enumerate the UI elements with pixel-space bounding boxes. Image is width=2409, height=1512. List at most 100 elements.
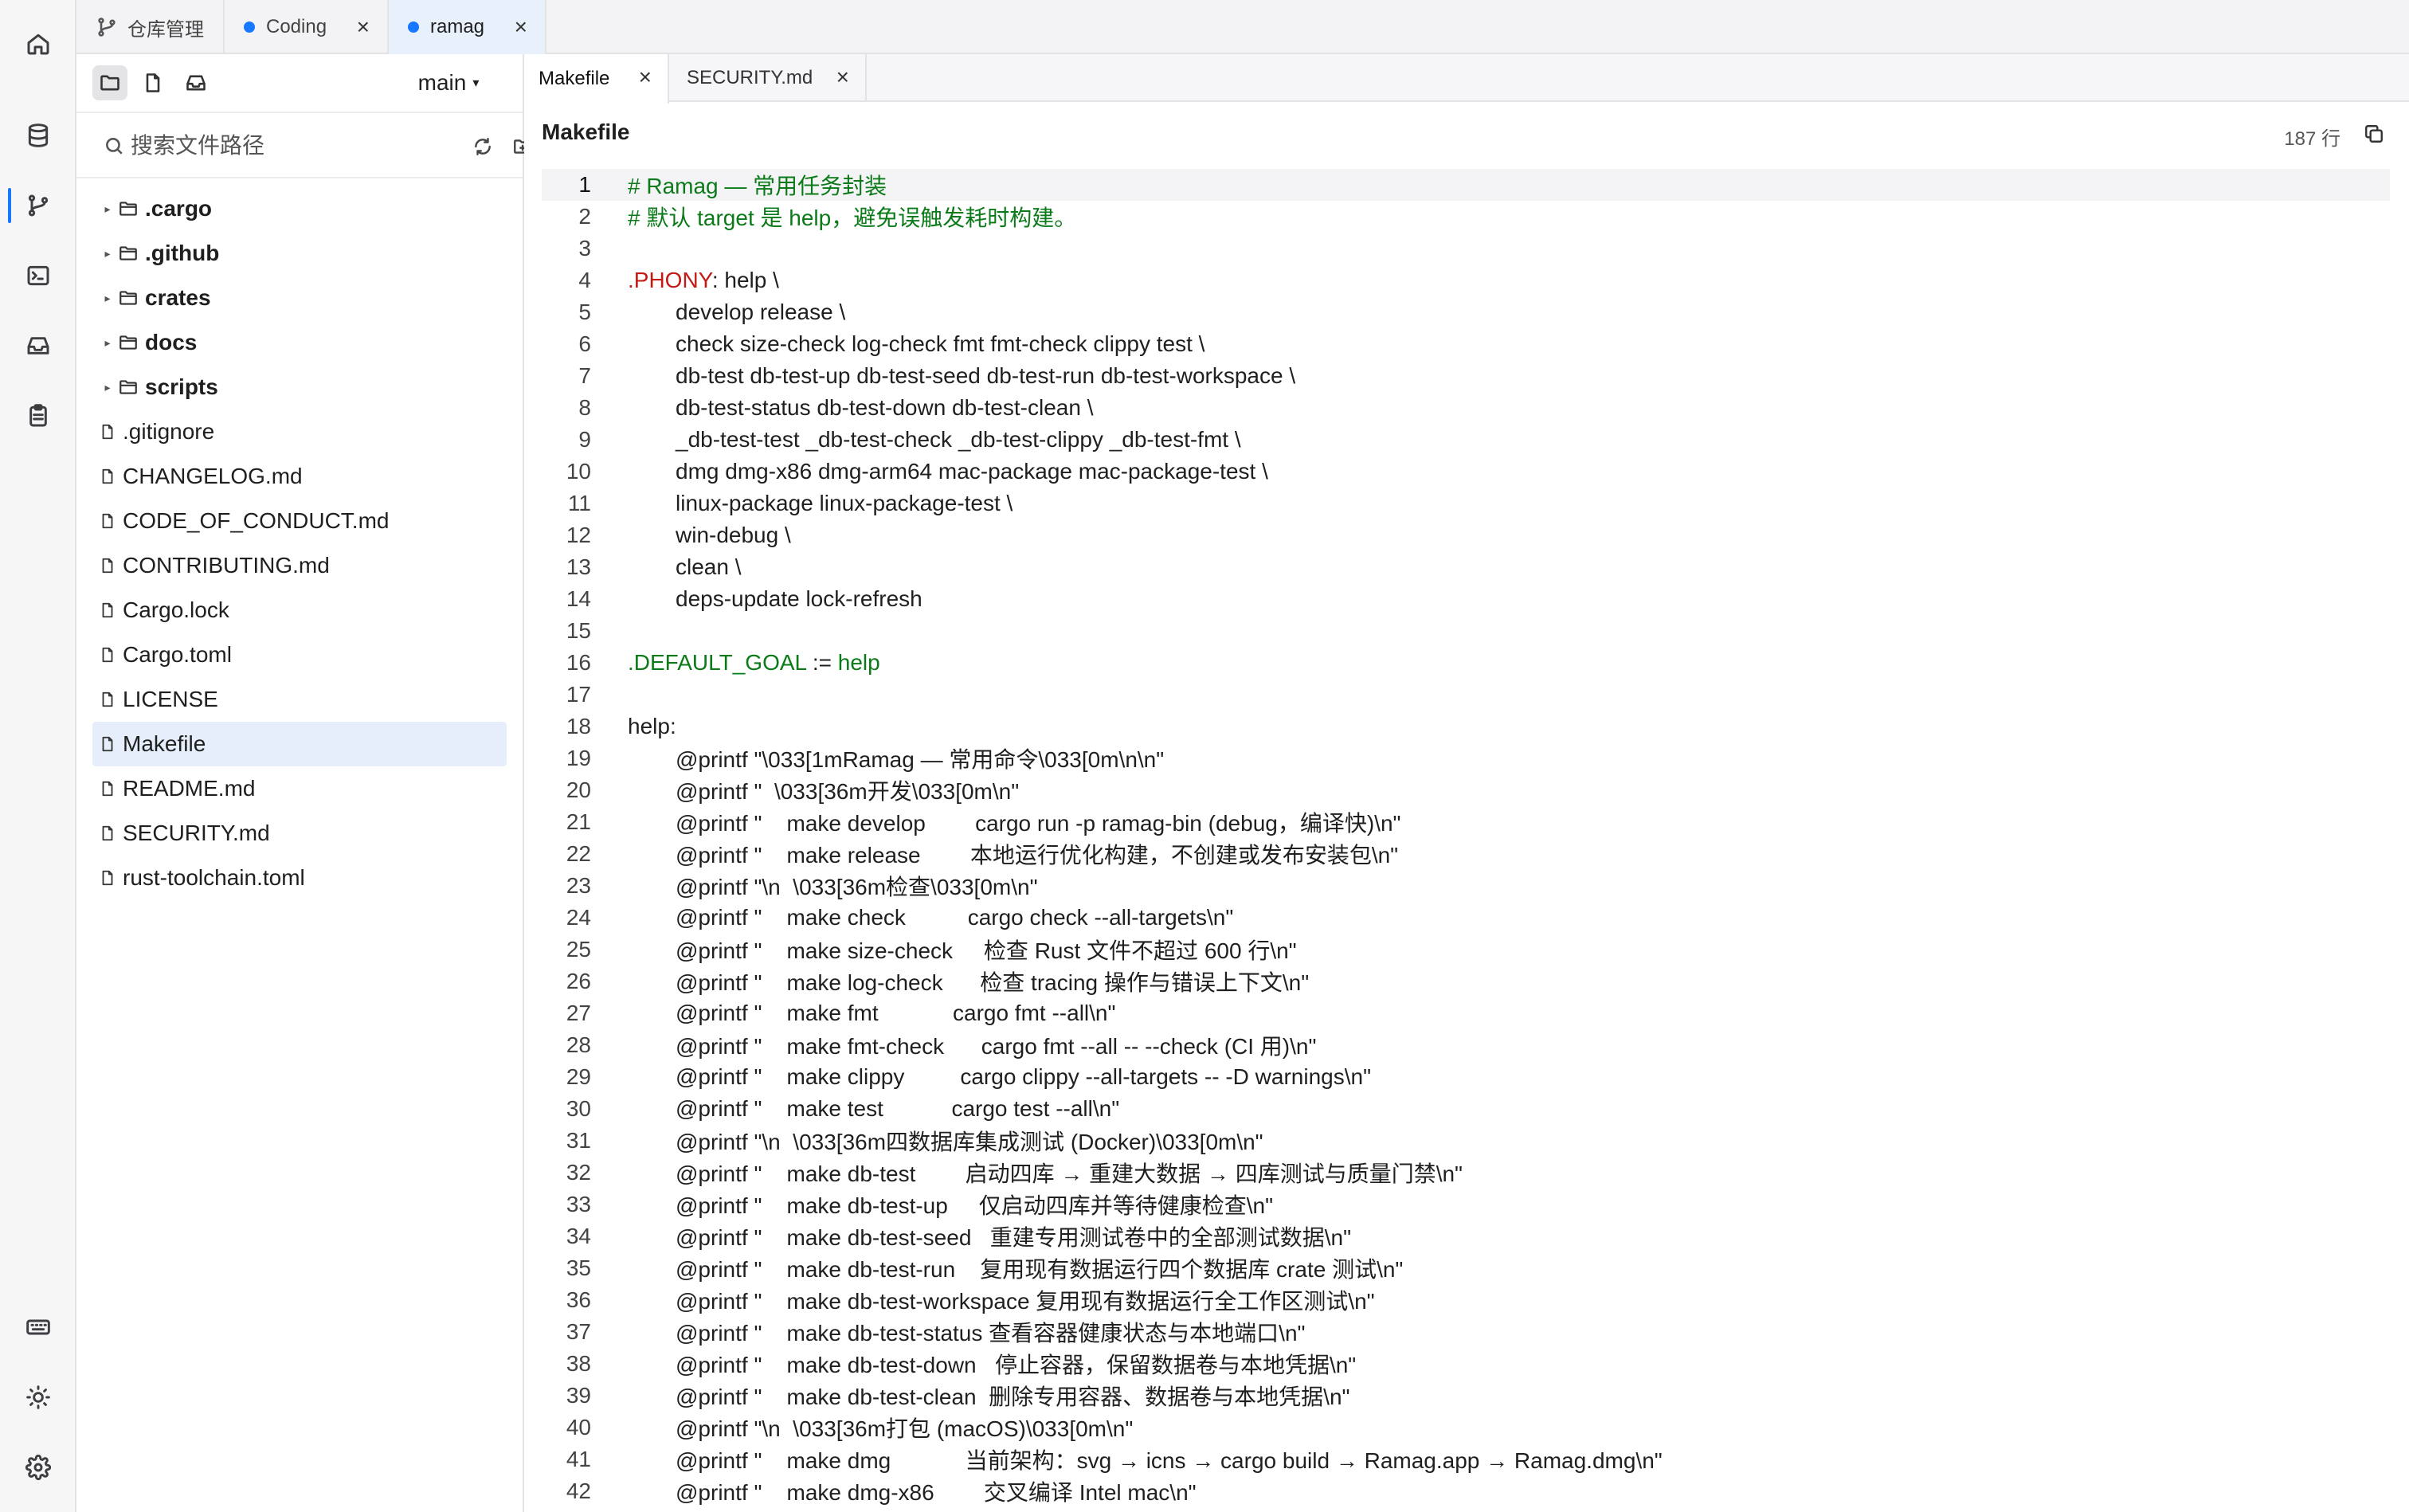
line-text: _db-test-test _db-test-check _db-test-cl… (676, 427, 1241, 452)
code-line: 17 (542, 679, 2390, 711)
window-tab-coding[interactable]: Coding × (225, 0, 389, 54)
close-icon[interactable]: × (836, 65, 849, 89)
folder-icon (119, 291, 137, 305)
line-text: @printf " make test cargo test --all\n" (676, 1096, 1120, 1121)
line-text: @printf " make db-test-run 复用现有数据运行四个数据库… (676, 1257, 1404, 1282)
line-number: 11 (567, 491, 591, 515)
line-text: @printf "\n \033[36m四数据库集成测试 (Docker)\03… (676, 1130, 1263, 1154)
line-text: @printf "\n \033[36m检查\033[0m\n" (676, 875, 1038, 899)
window-tab-ramag[interactable]: ramag × (389, 0, 546, 54)
tree-file-makefile[interactable]: Makefile (92, 722, 507, 766)
close-icon[interactable]: × (639, 65, 652, 89)
changes-view-button[interactable] (178, 65, 213, 100)
search-input[interactable] (131, 133, 433, 159)
tree-file-license[interactable]: LICENSE (92, 677, 507, 722)
folder-view-button[interactable] (92, 65, 127, 100)
line-number: 14 (566, 586, 591, 611)
tree-file-gitignore[interactable]: .gitignore (92, 409, 507, 454)
close-icon[interactable]: × (357, 14, 370, 40)
file-icon (146, 73, 160, 92)
tree-folder-cargo[interactable]: ▸ .cargo (92, 186, 507, 231)
code-line: 15 (542, 615, 2390, 647)
clipboard-icon[interactable] (19, 397, 57, 435)
git-branch-icon[interactable] (19, 186, 57, 225)
code-token: # 默认 target 是 help，避免误触发耗时构建。 (628, 206, 1077, 230)
activity-rail (0, 0, 76, 1512)
line-number: 32 (566, 1160, 591, 1185)
close-icon[interactable]: × (515, 14, 527, 40)
copy-button[interactable] (2361, 121, 2387, 147)
code-line: 9 _db-test-test _db-test-check _db-test-c… (542, 424, 2390, 456)
home-icon[interactable] (19, 25, 57, 63)
tree-file-readme[interactable]: README.md (92, 766, 507, 811)
code-line: 36 @printf " make db-test-workspace 复用现有数… (542, 1284, 2390, 1316)
terminal-icon[interactable] (19, 257, 57, 295)
code-line: 20 @printf " \033[36m开发\033[0m\n" (542, 774, 2390, 806)
tree-folder-scripts[interactable]: ▸ scripts (92, 365, 507, 409)
tree-file-changelog[interactable]: CHANGELOG.md (92, 454, 507, 499)
editor-tab-makefile[interactable]: Makefile × (524, 54, 669, 104)
line-text: @printf " make log-check 检查 tracing 操作与错… (676, 970, 1310, 995)
window-tab-repo-manager[interactable]: 仓库管理 (76, 0, 225, 54)
file-title: Makefile (542, 119, 630, 144)
rail-active-indicator (8, 188, 11, 223)
window-tab-label: 仓库管理 (127, 18, 204, 41)
editor-tab-security[interactable]: SECURITY.md × (669, 54, 867, 102)
refresh-button[interactable] (470, 134, 496, 159)
file-icon (102, 870, 113, 886)
code-token: .PHONY (628, 268, 712, 292)
window-tab-bar: 仓库管理 Coding × ramag × (76, 0, 2409, 54)
code-line: 40 @printf "\n \033[36m打包 (macOS)\033[0m\… (542, 1412, 2390, 1443)
file-view-button[interactable] (135, 65, 170, 100)
line-number: 26 (566, 969, 591, 993)
line-number: 20 (566, 778, 591, 802)
sun-icon[interactable] (19, 1378, 57, 1416)
code-line: 42 @printf " make dmg-x86 交叉编译 Intel mac\… (542, 1475, 2390, 1507)
line-text: # Ramag — 常用任务封装 (628, 169, 887, 201)
tree-file-contributing[interactable]: CONTRIBUTING.md (92, 543, 507, 588)
code-line: 19 @printf "\033[1mRamag — 常用命令\033[0m\n\… (542, 742, 2390, 774)
code-view[interactable]: 1 # Ramag — 常用任务封装 2 # 默认 target 是 help，避免误… (542, 169, 2390, 1512)
line-number: 21 (566, 809, 591, 834)
tree-file-code-of-conduct[interactable]: CODE_OF_CONDUCT.md (92, 499, 507, 543)
explorer-search-row (76, 113, 531, 178)
line-number: 41 (566, 1447, 591, 1471)
code-line: 3 (542, 233, 2390, 264)
explorer-toolbar: main ▾ (76, 54, 523, 113)
file-icon (102, 558, 113, 574)
tree-file-security[interactable]: SECURITY.md (92, 811, 507, 856)
database-icon[interactable] (19, 116, 57, 155)
code-line: 16 .DEFAULT_GOAL := help (542, 647, 2390, 679)
inbox-icon[interactable] (19, 327, 57, 365)
tree-folder-github[interactable]: ▸ .github (92, 231, 507, 276)
code-line: 24 @printf " make check cargo check --all… (542, 902, 2390, 934)
tree-file-cargo-toml[interactable]: Cargo.toml (92, 633, 507, 677)
line-text: # 默认 target 是 help，避免误触发耗时构建。 (628, 201, 1076, 233)
gear-icon[interactable] (19, 1448, 57, 1487)
code-line: 29 @printf " make clippy cargo clippy --a… (542, 1061, 2390, 1093)
line-text: @printf " make db-test-down 停止容器，保留数据卷与本… (676, 1353, 1357, 1377)
line-number: 29 (566, 1064, 591, 1089)
code-line: 31 @printf "\n \033[36m四数据库集成测试 (Docker)\… (542, 1125, 2390, 1157)
code-line: 27 @printf " make fmt cargo fmt --all\n" (542, 997, 2390, 1029)
branch-selector[interactable]: main ▾ (397, 65, 500, 100)
tree-item-label: .github (145, 241, 220, 265)
code-line: 8 db-test-status db-test-down db-test-cle… (542, 392, 2390, 424)
tree-item-label: README.md (123, 776, 256, 801)
tree-folder-docs[interactable]: ▸ docs (92, 320, 507, 365)
line-text: @printf " make db-test-up 仅启动四库并等待健康检查\n… (676, 1193, 1274, 1218)
code-line: 38 @printf " make db-test-down 停止容器，保留数据卷… (542, 1348, 2390, 1380)
line-text: @printf " make dmg 当前架构：svg → icns → car… (676, 1448, 1663, 1473)
line-number: 10 (566, 459, 591, 484)
folder-icon (100, 75, 119, 91)
git-branch-icon (98, 18, 116, 37)
tree-file-rust-toolchain[interactable]: rust-toolchain.toml (92, 856, 507, 900)
line-number: 22 (566, 841, 591, 866)
code-line: 5 develop release \ (542, 296, 2390, 328)
tree-folder-crates[interactable]: ▸ crates (92, 276, 507, 320)
tree-file-cargo-lock[interactable]: Cargo.lock (92, 588, 507, 633)
keyboard-icon[interactable] (19, 1308, 57, 1346)
file-icon (102, 424, 113, 440)
line-number: 2 (578, 204, 591, 229)
chevron-right-icon: ▸ (104, 335, 111, 349)
